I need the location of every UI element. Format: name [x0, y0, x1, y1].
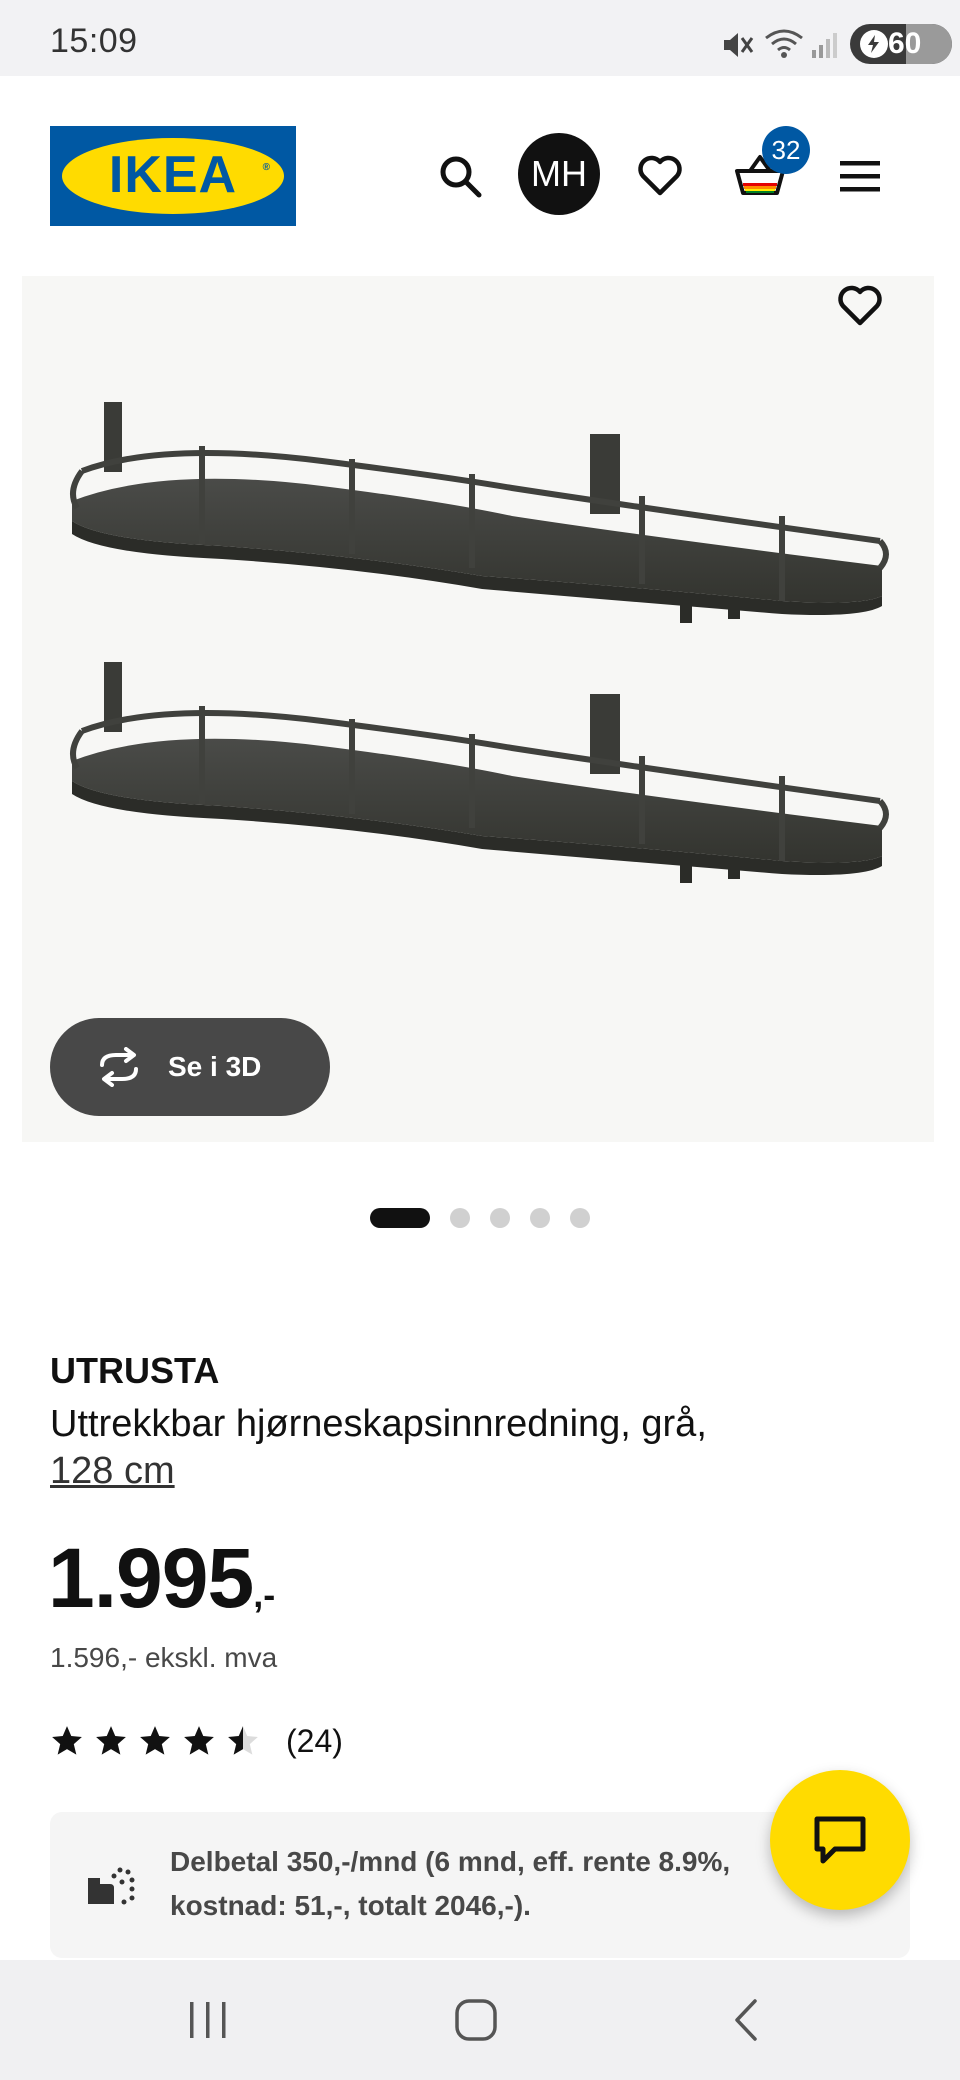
back-button[interactable] — [706, 1990, 786, 2050]
see-in-3d-label: Se i 3D — [168, 1051, 262, 1082]
status-bar: 15:09 60 — [0, 0, 960, 76]
save-to-favorites-button[interactable] — [810, 266, 910, 346]
star-icon — [52, 1726, 82, 1755]
carousel-dot[interactable] — [450, 1208, 470, 1228]
account-avatar[interactable]: MH — [518, 133, 600, 215]
recent-apps-button[interactable] — [168, 1990, 248, 2050]
search-icon — [440, 156, 482, 198]
chat-button[interactable] — [770, 1770, 910, 1910]
carousel-dot[interactable] — [530, 1208, 550, 1228]
system-navigation-bar — [0, 1960, 960, 2080]
rotate-3d-icon — [100, 1047, 138, 1087]
installment-icon — [88, 1867, 135, 1905]
favorites-button[interactable] — [620, 136, 700, 216]
heart-icon — [838, 285, 882, 326]
price-suffix: ,- — [253, 1574, 276, 1615]
heart-icon — [638, 155, 682, 196]
carousel-dot[interactable] — [570, 1208, 590, 1228]
product-name: UTRUSTA — [50, 1350, 220, 1391]
status-time: 15:09 — [50, 22, 138, 60]
product-size-link[interactable]: 128 cm — [50, 1450, 175, 1493]
back-icon — [735, 1999, 757, 2041]
cart-count-badge: 32 — [762, 126, 810, 174]
half-star-icon — [228, 1726, 258, 1755]
chat-icon — [814, 1816, 866, 1864]
star-icon — [96, 1726, 126, 1755]
star-icon — [140, 1726, 170, 1755]
product-image-gallery[interactable] — [22, 276, 934, 1142]
review-count: (24) — [286, 1722, 343, 1759]
status-icons: 60 — [720, 18, 960, 64]
battery-indicator: 60 — [850, 24, 952, 64]
menu-icon — [840, 161, 880, 192]
search-button[interactable] — [420, 136, 500, 216]
mute-icon — [724, 33, 754, 57]
product-rating[interactable]: (24) — [50, 1722, 343, 1760]
carousel-dot[interactable] — [370, 1208, 430, 1228]
star-icon — [184, 1726, 214, 1755]
battery-percent: 60 — [888, 27, 922, 60]
product-image — [70, 402, 889, 883]
carousel-pagination — [0, 1206, 960, 1228]
site-header: IKEA ® MH 32 — [0, 76, 960, 276]
wifi-icon — [765, 29, 803, 58]
home-button[interactable] — [436, 1990, 516, 2050]
see-in-3d-button[interactable]: Se i 3D — [50, 1018, 330, 1116]
signal-icon — [812, 33, 837, 58]
home-icon — [455, 1999, 497, 2041]
recent-apps-icon — [190, 2002, 226, 2038]
logo-text: IKEA — [108, 146, 238, 204]
menu-button[interactable] — [820, 136, 900, 216]
product-description: Uttrekkbar hjørneskapsinnredning, grå, — [50, 1403, 707, 1445]
ikea-logo[interactable]: IKEA ® — [50, 126, 296, 226]
charging-icon — [860, 30, 888, 58]
installment-text: Delbetal 350,-/mnd (6 mnd, eff. rente 8.… — [170, 1846, 731, 1921]
price-excluding-vat: 1.596,- ekskl. mva — [50, 1642, 278, 1673]
price-main: 1.995 — [48, 1531, 254, 1625]
product-price: 1.995,- — [48, 1530, 275, 1627]
carousel-dot[interactable] — [490, 1208, 510, 1228]
